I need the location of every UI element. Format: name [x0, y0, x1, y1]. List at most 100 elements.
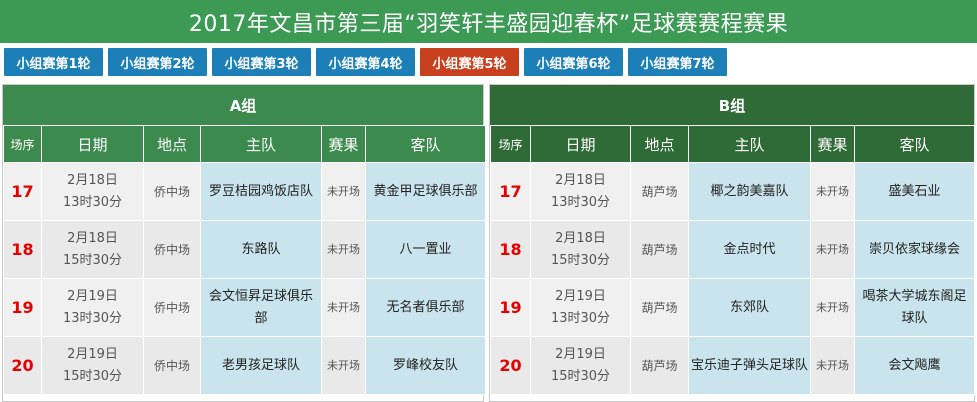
- home-team: 椰之韵美嘉队: [688, 162, 811, 221]
- match-result: 未开场: [810, 336, 855, 395]
- match-datetime: 2月19日 13时30分: [530, 278, 631, 337]
- match-date: 2月18日: [555, 172, 606, 188]
- tab-round-2[interactable]: 小组赛第2轮: [108, 48, 207, 76]
- match-datetime: 2月18日 15时30分: [41, 220, 144, 279]
- match-result: 未开场: [321, 220, 366, 279]
- match-result: 未开场: [321, 336, 366, 395]
- group-a-title: A组: [3, 85, 483, 125]
- away-team: 黄金甲足球俱乐部: [365, 162, 486, 221]
- match-date: 2月18日: [555, 230, 606, 246]
- away-team: 罗峰校友队: [365, 336, 486, 395]
- header-home: 主队: [688, 125, 811, 163]
- match-date: 2月19日: [555, 288, 606, 304]
- match-time: 15时30分: [550, 252, 611, 268]
- tab-round-5[interactable]: 小组赛第5轮: [420, 48, 519, 76]
- match-time: 13时30分: [62, 194, 123, 210]
- match-venue: 葫芦场: [630, 278, 689, 337]
- match-number: 20: [490, 336, 531, 395]
- table-header-row: 场序 日期 地点 主队 赛果 客队: [3, 125, 486, 163]
- group-b-schedule-table: 场序 日期 地点 主队 赛果 客队 17 2月18日 13时30分 葫芦场 椰之韵…: [490, 125, 975, 395]
- header-result: 赛果: [810, 125, 855, 163]
- away-team: 会文飚鹰: [854, 336, 975, 395]
- match-date: 2月19日: [67, 346, 118, 362]
- match-time: 13时30分: [550, 194, 611, 210]
- match-number: 17: [490, 162, 531, 221]
- match-number: 20: [3, 336, 42, 395]
- match-number: 18: [3, 220, 42, 279]
- match-venue: 侨中场: [143, 336, 201, 395]
- match-venue: 侨中场: [143, 162, 201, 221]
- group-b-title: B组: [490, 85, 974, 125]
- match-venue: 葫芦场: [630, 220, 689, 279]
- header-away: 客队: [365, 125, 486, 163]
- header-date: 日期: [41, 125, 144, 163]
- away-team: 喝茶大学城东阁足球队: [854, 278, 975, 337]
- header-venue: 地点: [143, 125, 201, 163]
- match-result: 未开场: [321, 278, 366, 337]
- tab-round-6[interactable]: 小组赛第6轮: [524, 48, 623, 76]
- match-datetime: 2月19日 15时30分: [41, 336, 144, 395]
- home-team: 会文恒昇足球俱乐部: [200, 278, 322, 337]
- match-time: 15时30分: [62, 252, 123, 268]
- away-team: 盛美石业: [854, 162, 975, 221]
- match-result: 未开场: [810, 220, 855, 279]
- match-datetime: 2月18日 13时30分: [530, 162, 631, 221]
- match-venue: 葫芦场: [630, 162, 689, 221]
- header-away: 客队: [854, 125, 975, 163]
- header-home: 主队: [200, 125, 322, 163]
- home-team: 东郊队: [688, 278, 811, 337]
- group-a-schedule-table: 场序 日期 地点 主队 赛果 客队 17 2月18日 13时30分 侨中场 罗豆桔…: [3, 125, 486, 395]
- round-tabs: 小组赛第1轮 小组赛第2轮 小组赛第3轮 小组赛第4轮 小组赛第5轮 小组赛第6…: [0, 43, 977, 81]
- table-row: 20 2月19日 15时30分 葫芦场 宝乐迪子弹头足球队 未开场 会文飚鹰: [490, 336, 975, 395]
- table-row: 19 2月19日 13时30分 葫芦场 东郊队 未开场 喝茶大学城东阁足球队: [490, 278, 975, 337]
- table-row: 18 2月18日 15时30分 葫芦场 金点时代 未开场 崇贝依家球缘会: [490, 220, 975, 279]
- group-a-panel: A组 场序 日期 地点 主队 赛果 客队 17 2月18日 13时30分 侨中场 …: [2, 84, 486, 402]
- match-venue: 侨中场: [143, 220, 201, 279]
- match-number: 19: [3, 278, 42, 337]
- match-time: 15时30分: [550, 368, 611, 384]
- match-date: 2月18日: [67, 172, 118, 188]
- match-date: 2月19日: [555, 346, 606, 362]
- home-team: 老男孩足球队: [200, 336, 322, 395]
- match-result: 未开场: [810, 162, 855, 221]
- header-venue: 地点: [630, 125, 689, 163]
- table-row: 17 2月18日 13时30分 侨中场 罗豆桔园鸡饭店队 未开场 黄金甲足球俱乐部: [3, 162, 486, 221]
- header-date: 日期: [530, 125, 631, 163]
- home-team: 宝乐迪子弹头足球队: [688, 336, 811, 395]
- header-index: 场序: [3, 125, 42, 163]
- home-team: 金点时代: [688, 220, 811, 279]
- table-row: 20 2月19日 15时30分 侨中场 老男孩足球队 未开场 罗峰校友队: [3, 336, 486, 395]
- match-datetime: 2月18日 13时30分: [41, 162, 144, 221]
- table-row: 17 2月18日 13时30分 葫芦场 椰之韵美嘉队 未开场 盛美石业: [490, 162, 975, 221]
- match-date: 2月18日: [67, 230, 118, 246]
- away-team: 八一置业: [365, 220, 486, 279]
- tab-round-3[interactable]: 小组赛第3轮: [212, 48, 311, 76]
- match-number: 19: [490, 278, 531, 337]
- page-title: 2017年文昌市第三届“羽笑轩丰盛园迎春杯”足球赛赛程赛果: [0, 0, 977, 43]
- match-result: 未开场: [810, 278, 855, 337]
- table-row: 19 2月19日 13时30分 侨中场 会文恒昇足球俱乐部 未开场 无名者俱乐部: [3, 278, 486, 337]
- match-datetime: 2月19日 15时30分: [530, 336, 631, 395]
- table-header-row: 场序 日期 地点 主队 赛果 客队: [490, 125, 975, 163]
- match-time: 13时30分: [62, 310, 123, 326]
- match-result: 未开场: [321, 162, 366, 221]
- group-b-panel: B组 场序 日期 地点 主队 赛果 客队 17 2月18日 13时30分 葫芦场 …: [489, 84, 975, 402]
- tab-round-4[interactable]: 小组赛第4轮: [316, 48, 415, 76]
- match-number: 17: [3, 162, 42, 221]
- match-time: 15时30分: [62, 368, 123, 384]
- match-datetime: 2月18日 15时30分: [530, 220, 631, 279]
- away-team: 无名者俱乐部: [365, 278, 486, 337]
- header-index: 场序: [490, 125, 531, 163]
- match-time: 13时30分: [550, 310, 611, 326]
- home-team: 罗豆桔园鸡饭店队: [200, 162, 322, 221]
- table-row: 18 2月18日 15时30分 侨中场 东路队 未开场 八一置业: [3, 220, 486, 279]
- tab-round-7[interactable]: 小组赛第7轮: [628, 48, 727, 76]
- away-team: 崇贝依家球缘会: [854, 220, 975, 279]
- match-venue: 葫芦场: [630, 336, 689, 395]
- match-datetime: 2月19日 13时30分: [41, 278, 144, 337]
- match-number: 18: [490, 220, 531, 279]
- home-team: 东路队: [200, 220, 322, 279]
- header-result: 赛果: [321, 125, 366, 163]
- match-date: 2月19日: [67, 288, 118, 304]
- tab-round-1[interactable]: 小组赛第1轮: [4, 48, 103, 76]
